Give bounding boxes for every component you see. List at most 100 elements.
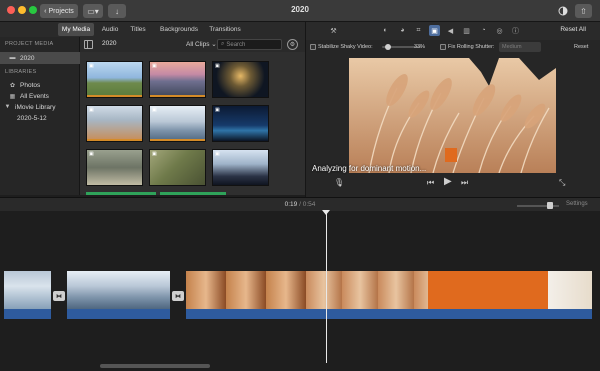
search-icon: ⌕ — [221, 41, 225, 47]
media-thumbnail[interactable]: ▣ — [212, 149, 269, 186]
reset-all-button[interactable]: Reset All — [560, 26, 586, 33]
audio-waveform — [306, 309, 428, 319]
clip-filter-dropdown[interactable]: All Clips ⌄ — [186, 40, 217, 48]
search-input[interactable]: ⌕ Search — [217, 39, 282, 50]
fullscreen-icon: ⤡ — [559, 178, 566, 187]
play-icon: ▶ — [444, 176, 452, 187]
fullscreen-button[interactable]: ⤡ — [559, 178, 565, 188]
magic-wand-button[interactable]: ⚒ — [328, 25, 339, 36]
timeline-clip[interactable] — [186, 271, 306, 319]
stabilize-checkbox[interactable] — [310, 44, 316, 50]
audio-waveform — [186, 309, 306, 319]
enhance-button[interactable] — [556, 4, 569, 18]
tab-audio[interactable]: Audio — [99, 23, 121, 36]
tab-my-media[interactable]: My Media — [58, 23, 94, 36]
equalizer-icon: ▥ — [463, 27, 470, 35]
share-button[interactable]: ⇧ — [575, 4, 592, 18]
media-thumbnail[interactable]: ▣ — [86, 61, 143, 98]
media-thumbnail[interactable]: ▣ — [149, 105, 206, 142]
timeline-clip[interactable] — [4, 271, 51, 319]
speedometer-icon: ◔ — [481, 27, 486, 34]
play-button[interactable]: ▶ — [444, 176, 452, 187]
timeline-clip[interactable] — [548, 271, 592, 319]
clip-info-button[interactable]: ⓘ — [510, 25, 521, 36]
crop-icon: ⌗ — [416, 26, 421, 34]
timecode-separator: / — [299, 201, 301, 208]
noise-reduction-button[interactable]: ▥ — [461, 25, 472, 36]
event-used-indicator — [160, 192, 226, 195]
timeline-scrollbar[interactable] — [100, 364, 210, 368]
camera-icon: ▣ — [152, 63, 157, 69]
browser-folder-name: 2020 — [102, 40, 117, 47]
tab-titles[interactable]: Titles — [126, 23, 150, 36]
skip-back-button[interactable]: ⏮ — [427, 178, 434, 188]
speed-button[interactable]: ◔ — [478, 25, 489, 36]
project-media-heading: PROJECT MEDIA — [5, 41, 54, 47]
timeline-clip[interactable] — [67, 271, 170, 319]
audio-waveform — [428, 309, 548, 319]
color-palette-icon: ◕ — [400, 27, 405, 34]
sidebar-item-project[interactable]: ▬ 2020 — [0, 52, 80, 64]
media-browser: ▣ ▣ ▣ ▣ ▣ ▣ ▣ ▣ ▣ — [80, 52, 305, 195]
stabilization-settings: Stabilize Shaky Video: 33% Fix Rolling S… — [305, 40, 600, 54]
search-placeholder: Search — [226, 41, 246, 48]
timeline-settings-button[interactable]: Settings — [566, 201, 588, 207]
sidebar-item-event[interactable]: 2020-5-12 — [0, 112, 80, 124]
video-preview — [349, 58, 556, 173]
rolling-shutter-label: Fix Rolling Shutter: — [448, 44, 495, 50]
sidebar-item-label: 2020-5-12 — [17, 114, 47, 122]
slider-knob[interactable] — [547, 202, 553, 209]
rolling-shutter-value: Medium — [502, 44, 522, 50]
film-icon: ▬ — [9, 55, 16, 61]
gear-icon: ⚙ — [289, 42, 296, 48]
rolling-shutter-checkbox[interactable] — [440, 44, 446, 50]
rolling-shutter-dropdown[interactable]: Medium — [499, 42, 541, 52]
sidebar-item-label: All Events — [20, 92, 49, 100]
skip-back-icon: ⏮ — [427, 178, 435, 187]
voiceover-button[interactable]: 🎙 — [334, 178, 344, 187]
stabilization-button[interactable]: ▣ — [429, 25, 440, 36]
media-thumbnail[interactable]: ▣ — [212, 105, 269, 142]
adjustment-toolbar: ⚒ ◐ ◕ ⌗ ▣ ◀ ▥ ◔ ◎ ⓘ Reset All — [305, 22, 600, 40]
toggle-sidebar-button[interactable] — [84, 40, 93, 49]
crop-button[interactable]: ⌗ — [413, 25, 424, 36]
camera-icon: ▣ — [89, 63, 94, 69]
timeline-clip[interactable] — [428, 271, 548, 319]
camera-icon: ▣ — [152, 151, 157, 157]
timeline-clip[interactable] — [306, 271, 428, 319]
clip-filter-button[interactable]: ◎ — [494, 25, 505, 36]
sidebar-item-label: iMovie Library — [15, 103, 56, 111]
media-thumbnail[interactable]: ▣ — [86, 105, 143, 142]
playhead[interactable] — [326, 211, 327, 363]
wheat-field-frame — [349, 58, 556, 173]
transition-icon[interactable]: ⧓ — [53, 291, 65, 301]
clip-usage-bar — [150, 139, 205, 141]
camera-icon: ▣ — [215, 151, 220, 157]
media-thumbnail[interactable]: ▣ — [86, 149, 143, 186]
volume-button[interactable]: ◀ — [445, 25, 456, 36]
audio-waveform — [67, 309, 170, 319]
enhance-icon — [558, 6, 567, 16]
timeline-zoom-slider[interactable] — [517, 202, 559, 209]
tab-backgrounds[interactable]: Backgrounds — [156, 23, 202, 36]
media-thumbnail[interactable]: ▣ — [212, 61, 269, 98]
clip-usage-bar — [87, 95, 142, 97]
skip-forward-button[interactable]: ⏭ — [461, 178, 468, 188]
transition-icon[interactable]: ⧓ — [172, 291, 184, 301]
media-thumbnail[interactable]: ▣ — [149, 61, 206, 98]
browser-settings-button[interactable]: ⚙ — [287, 39, 298, 50]
title-bar: ‹ Projects ▭▾ ↓ 2020 ⇧ — [0, 0, 600, 22]
media-thumbnail[interactable]: ▣ — [149, 149, 206, 186]
clip-usage-bar — [87, 139, 142, 141]
color-correction-button[interactable]: ◕ — [397, 25, 408, 36]
color-balance-button[interactable]: ◐ — [380, 25, 391, 36]
viewer: Analyzing for dominant motion... 🎙 ⏮ ▶ ⏭… — [305, 54, 600, 197]
timeline[interactable]: ⧓ ⧓ — [0, 210, 600, 371]
tab-transitions[interactable]: Transitions — [207, 23, 243, 36]
sidebar-item-label: 2020 — [20, 54, 35, 62]
camera-icon: ▣ — [152, 107, 157, 113]
magic-wand-icon: ⚒ — [330, 27, 337, 35]
slider-knob[interactable] — [385, 44, 391, 50]
reset-button[interactable]: Reset — [574, 44, 588, 50]
stabilize-value: 33% — [414, 44, 426, 50]
